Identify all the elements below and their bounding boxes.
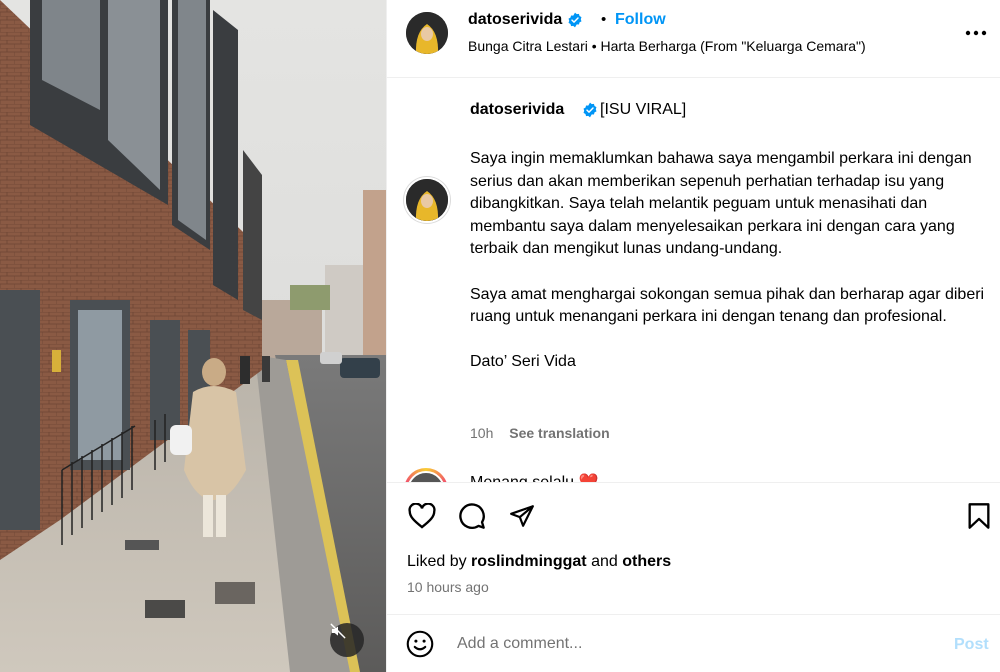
liked-by-and: and	[591, 553, 618, 570]
avatar-image	[406, 179, 448, 221]
verified-badge-icon	[568, 12, 582, 28]
send-icon	[510, 505, 534, 527]
header-username[interactable]: datoserivida	[468, 11, 583, 29]
post-detail-panel: datoserivida • Follow Bunga Citra Lestar…	[386, 0, 1000, 672]
liked-by-text: Liked by roslindminggat and others	[407, 553, 671, 571]
bookmark-icon	[968, 503, 990, 529]
emoji-button[interactable]	[406, 630, 436, 660]
verified-badge-icon	[583, 102, 597, 118]
header-separator: •	[601, 11, 607, 28]
post-comment-button[interactable]: Post	[954, 636, 989, 654]
comment-text: Menang selalu ❤️	[470, 472, 598, 482]
post-media[interactable]	[0, 0, 386, 672]
comment-avatar[interactable]	[404, 468, 448, 482]
speaker-muted-icon	[330, 623, 346, 639]
caption-meta: 10h See translation	[470, 425, 610, 441]
share-button[interactable]	[507, 501, 537, 531]
comment-icon	[459, 503, 485, 529]
more-options-button[interactable]	[962, 21, 990, 45]
caption-avatar[interactable]	[404, 177, 450, 223]
add-comment-bar: Post	[387, 614, 1000, 672]
caption-paragraph-2: Saya amat menghargai sokongan semua piha…	[470, 285, 985, 326]
mute-button[interactable]	[330, 623, 364, 657]
save-button[interactable]	[964, 501, 994, 531]
post-timestamp[interactable]: 10 hours ago	[407, 579, 489, 595]
caption-paragraph-1: Saya ingin memaklumkan bahawa saya menga…	[470, 150, 972, 258]
audio-link[interactable]: Bunga Citra Lestari • Harta Berharga (Fr…	[468, 38, 866, 54]
liked-by-user-link[interactable]: roslindminggat	[471, 553, 587, 570]
caption-username[interactable]: datoserivida	[470, 101, 564, 119]
heart-icon	[408, 503, 436, 529]
comment-button[interactable]	[457, 501, 487, 531]
comment-item: Menang selalu ❤️	[404, 468, 964, 482]
action-bar: Liked by roslindminggat and others 10 ho…	[387, 482, 1000, 614]
liked-by-others-link[interactable]: others	[622, 553, 671, 570]
avatar[interactable]	[406, 12, 448, 54]
see-translation-button[interactable]: See translation	[509, 425, 609, 441]
more-horizontal-icon	[965, 30, 987, 36]
caption-tag: [ISU VIRAL]	[600, 101, 687, 118]
caption-signature: Dato’ Seri Vida	[470, 353, 576, 371]
post-header: datoserivida • Follow Bunga Citra Lestar…	[387, 0, 1000, 78]
caption-time[interactable]: 10h	[470, 425, 493, 441]
avatar-image	[406, 12, 448, 54]
comments-section[interactable]: datoserivida [ISU VIRAL] Saya ingin mema…	[387, 79, 1000, 482]
emoji-icon	[406, 630, 434, 658]
username-link[interactable]: datoserivida	[468, 11, 562, 28]
follow-button[interactable]: Follow	[615, 11, 666, 29]
caption-text: Saya ingin memaklumkan bahawa saya menga…	[470, 148, 990, 397]
comment-input[interactable]	[457, 629, 917, 659]
liked-by-prefix: Liked by	[407, 553, 467, 570]
street-photo	[0, 0, 386, 672]
like-button[interactable]	[407, 501, 437, 531]
